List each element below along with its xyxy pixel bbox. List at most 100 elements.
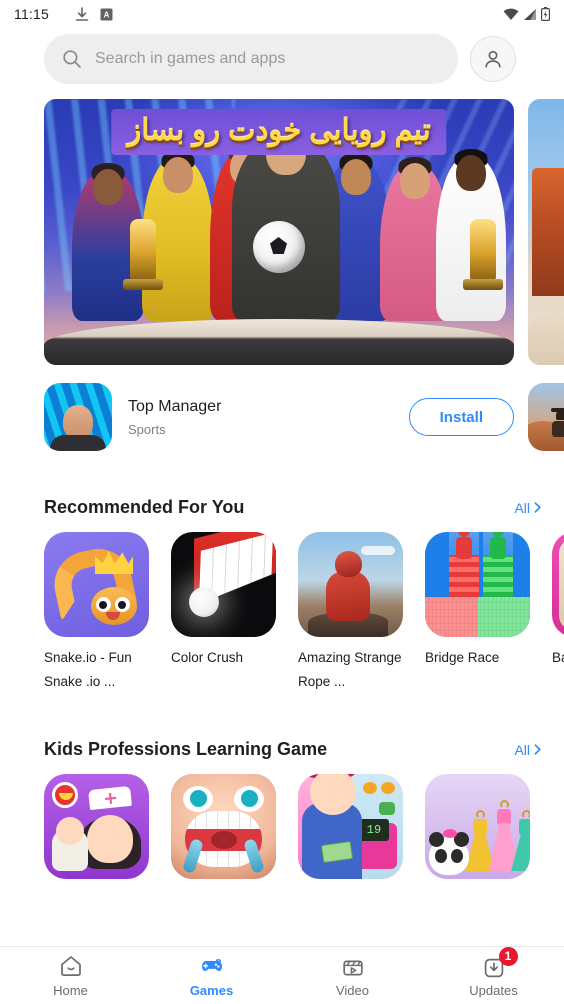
supermarket-girl-icon[interactable]: 19 — [298, 774, 403, 880]
featured-app-category: Sports — [128, 421, 166, 437]
updates-badge: 1 — [498, 946, 518, 966]
trophy-icon — [123, 219, 163, 290]
bottom-navigation: Home Games Video 1 Updates — [0, 946, 564, 1004]
status-time: 11:15 — [14, 6, 49, 22]
nav-item-games[interactable]: Games — [141, 954, 282, 998]
app-label: Amazing Strange Rope ... — [298, 650, 402, 689]
app-row-kids[interactable]: 19 — [0, 760, 564, 888]
featured-app-card[interactable]: Top Manager Sports Install — [44, 383, 514, 451]
dress-skirt — [511, 833, 530, 872]
snake-io-icon[interactable] — [44, 532, 149, 637]
bridge-race-icon[interactable] — [425, 532, 530, 637]
download-icon — [75, 6, 89, 21]
banner-carousel[interactable]: تیم رویایی خودت رو بساز — [0, 84, 564, 365]
svg-text:A: A — [104, 10, 110, 19]
nav-item-updates[interactable]: 1 Updates — [423, 946, 564, 998]
all-label: All — [514, 741, 530, 758]
app-label: Baghali — [552, 650, 564, 665]
panda-eye — [435, 849, 447, 864]
video-icon-wrap — [340, 954, 366, 978]
banner-card-western[interactable] — [528, 99, 564, 365]
hanger-icon — [522, 810, 530, 820]
gamepad-icon — [201, 958, 222, 971]
baghali-icon[interactable] — [552, 532, 564, 637]
wifi-icon — [503, 8, 519, 20]
install-button[interactable]: Install — [408, 398, 514, 436]
hanger-icon — [500, 800, 509, 810]
section-all-link[interactable]: All — [514, 500, 544, 516]
app-item[interactable]: Amazing Strange Rope ... — [298, 532, 403, 693]
content-scroll-area[interactable]: تیم رویایی خودت رو بساز Top Manager Spor… — [0, 84, 564, 888]
section-header-recommended: Recommended For You All — [0, 497, 564, 518]
battery-icon — [541, 7, 550, 21]
coach-portrait-body — [50, 435, 106, 451]
app-item[interactable]: Baghali — [552, 532, 564, 693]
section-header-kids: Kids Professions Learning Game All — [0, 739, 564, 760]
app-item[interactable]: Color Crush — [171, 532, 276, 693]
snake-mouth — [106, 612, 120, 620]
banner-pitch — [44, 319, 514, 365]
baby-figure — [52, 817, 88, 872]
baby-nurse-icon[interactable] — [44, 774, 149, 880]
nav-label: Updates — [469, 982, 518, 998]
section-all-link[interactable]: All — [514, 742, 544, 758]
glowing-ball — [189, 587, 219, 617]
panda-figure — [429, 829, 469, 876]
player-head — [400, 163, 430, 199]
hanger-icon — [476, 810, 485, 820]
mesa-rock — [532, 167, 564, 296]
rattle-icon — [52, 782, 78, 809]
cloud-shape — [361, 546, 395, 555]
app-item[interactable] — [425, 774, 530, 888]
girl-figure — [302, 774, 362, 880]
tongue-shape — [211, 831, 237, 850]
western-game-icon[interactable] — [528, 383, 564, 451]
banner-card-football[interactable]: تیم رویایی خودت رو بساز — [44, 99, 514, 365]
account-icon — [485, 50, 501, 68]
featured-app-carousel[interactable]: Top Manager Sports Install — [0, 365, 564, 451]
runner-figure — [456, 532, 472, 559]
kids-dentist-icon[interactable] — [171, 774, 276, 880]
home-icon-wrap — [58, 954, 84, 978]
section-title: Kids Professions Learning Game — [44, 739, 328, 760]
nav-item-video[interactable]: Video — [282, 954, 423, 998]
dress-shape — [511, 810, 530, 872]
snake-head — [91, 587, 137, 625]
nav-label: Video — [335, 982, 369, 998]
app-row-recommended[interactable]: Snake.io - Fun Snake .io ... Color Crush… — [0, 518, 564, 693]
fruit-shape — [379, 802, 395, 816]
search-icon — [63, 50, 81, 68]
dress-top — [497, 809, 511, 826]
snake-eye — [96, 597, 111, 612]
updates-icon-wrap: 1 — [481, 946, 518, 978]
amazing-strange-rope-icon[interactable] — [298, 532, 403, 637]
app-item[interactable]: Bridge Race — [425, 532, 530, 693]
upper-teeth — [185, 811, 262, 830]
register-display: 19 — [359, 819, 389, 842]
search-input[interactable]: Search in games and apps — [44, 34, 458, 84]
bow-icon — [443, 829, 457, 839]
app-item[interactable] — [44, 774, 149, 888]
search-placeholder: Search in games and apps — [95, 50, 286, 67]
app-item[interactable]: 19 — [298, 774, 403, 888]
football-icon — [253, 221, 305, 273]
nav-item-home[interactable]: Home — [0, 954, 141, 998]
panda-dress-up-icon[interactable] — [425, 774, 530, 880]
avatar[interactable] — [470, 36, 516, 82]
nav-label: Games — [189, 982, 234, 998]
color-crush-icon[interactable] — [171, 532, 276, 637]
player-head — [163, 157, 193, 193]
snake-eye — [115, 597, 130, 612]
status-system-icons — [503, 7, 550, 21]
player-head — [456, 155, 486, 191]
app-item[interactable] — [171, 774, 276, 888]
app-item[interactable]: Snake.io - Fun Snake .io ... — [44, 532, 149, 693]
app-label: Bridge Race — [425, 650, 500, 665]
gamepad-icon-wrap — [199, 954, 225, 978]
nurse-head — [87, 815, 133, 864]
player-head — [93, 169, 123, 205]
nav-label: Home — [53, 982, 88, 998]
app-badge-icon: A — [100, 8, 113, 20]
stair-shape — [483, 555, 513, 597]
top-manager-icon[interactable] — [44, 383, 112, 451]
